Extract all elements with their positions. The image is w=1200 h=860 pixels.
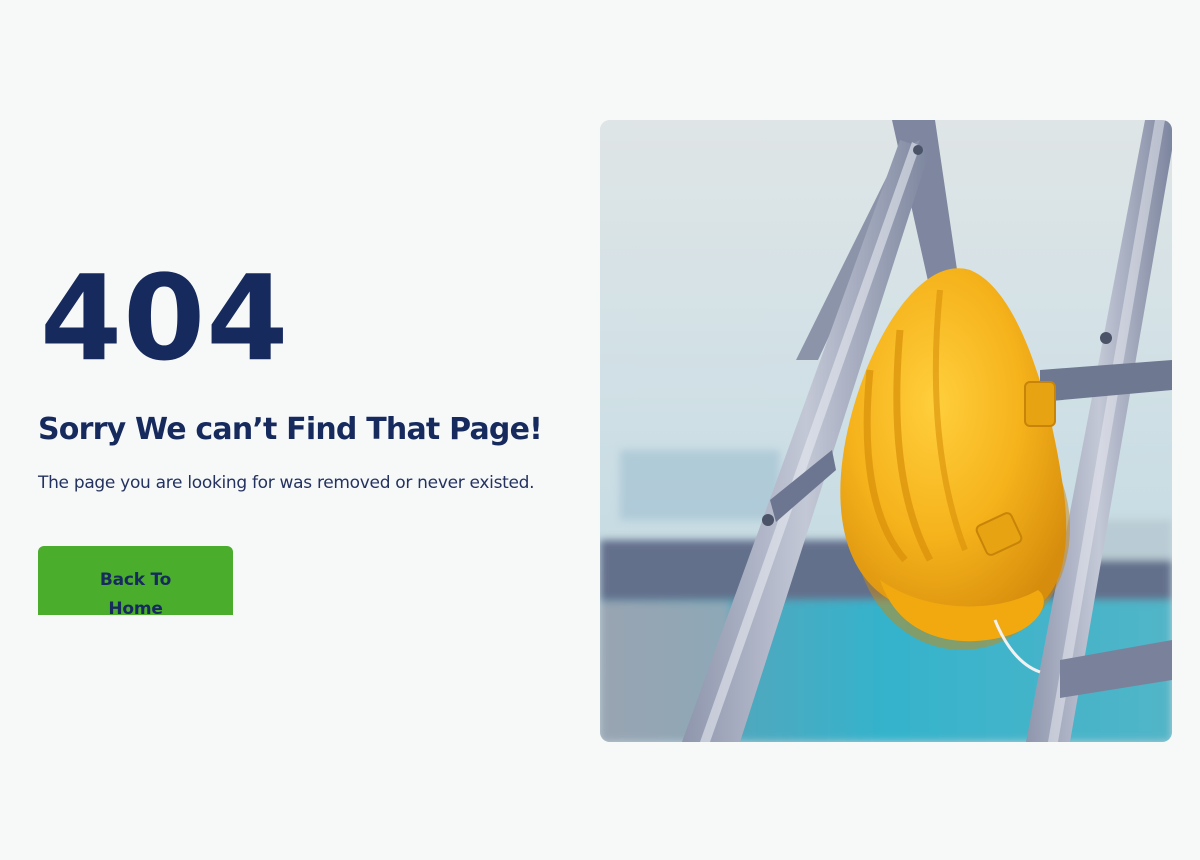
back-to-home-label: Back To Home	[99, 570, 172, 615]
error-description: The page you are looking for was removed…	[38, 473, 535, 493]
error-content: 404 Sorry We can’t Find That Page! The p…	[38, 0, 578, 860]
back-to-home-button[interactable]: Back To Home	[38, 546, 233, 615]
hard-hat-illustration	[600, 120, 1172, 742]
error-headline: Sorry We can’t Find That Page!	[38, 412, 543, 447]
error-code: 404	[40, 249, 290, 387]
hard-hat-ladder-image	[600, 120, 1172, 742]
